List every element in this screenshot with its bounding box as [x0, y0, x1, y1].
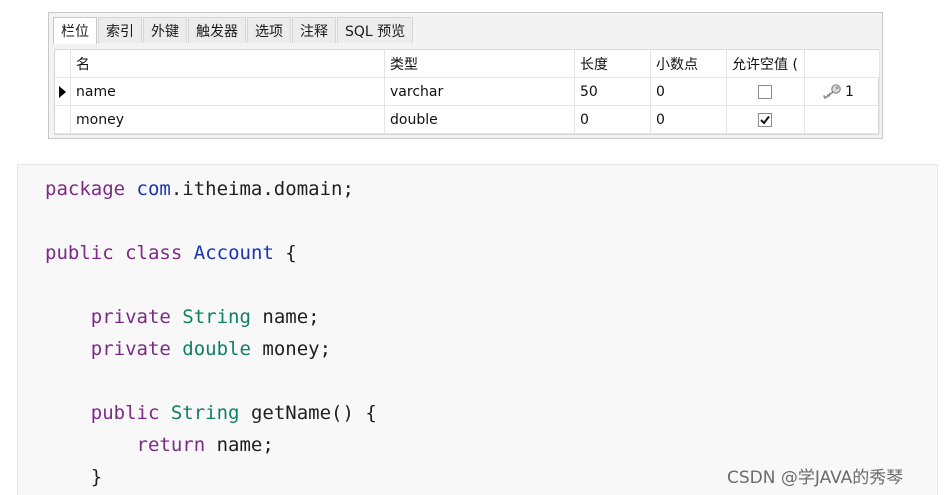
column-header-allow-null[interactable]: 允许空值 (	[727, 50, 805, 78]
tab-sql-preview[interactable]: SQL 预览	[337, 17, 414, 43]
table-row[interactable]: money double 0 0	[55, 106, 880, 134]
code-line-class-decl: public class Account {	[45, 242, 297, 264]
code-line-field-money: private double money;	[90, 338, 332, 360]
primary-key-order: 1	[845, 83, 854, 100]
tab-triggers[interactable]: 触发器	[188, 17, 246, 43]
row-indicator-header	[55, 50, 71, 78]
grid-header: 名 类型 长度 小数点 允许空值 (	[55, 50, 880, 78]
table-designer: 栏位 索引 外键 触发器 选项 注释 SQL 预览 名 类型 长度 小数点 允许…	[48, 12, 883, 139]
field-length-cell[interactable]: 50	[575, 78, 651, 106]
code-line-field-name: private String name;	[90, 306, 320, 328]
column-header-name[interactable]: 名	[71, 50, 385, 78]
field-type-cell[interactable]: varchar	[385, 78, 575, 106]
current-row-arrow-icon	[59, 85, 66, 98]
tab-comments[interactable]: 注释	[292, 17, 336, 43]
fields-grid: 名 类型 长度 小数点 允许空值 ( name varchar 50 0 1 m…	[54, 49, 880, 135]
watermark: CSDN @学JAVA的秀琴	[727, 468, 904, 488]
key-icon	[823, 83, 841, 99]
field-decimals-cell[interactable]: 0	[651, 106, 727, 134]
column-header-length[interactable]: 长度	[575, 50, 651, 78]
column-header-key[interactable]	[805, 50, 880, 78]
field-name-cell[interactable]: money	[71, 106, 385, 134]
table-row[interactable]: name varchar 50 0 1	[55, 78, 880, 106]
column-header-type[interactable]: 类型	[385, 50, 575, 78]
checkmark-icon	[760, 115, 770, 125]
allow-null-cell	[727, 106, 805, 134]
tab-foreign-keys[interactable]: 外键	[143, 17, 187, 43]
field-length-cell[interactable]: 0	[575, 106, 651, 134]
tab-fields[interactable]: 栏位	[53, 17, 97, 44]
code-line-getter-decl: public String getName() {	[90, 402, 377, 424]
designer-tabs: 栏位 索引 外键 触发器 选项 注释 SQL 预览	[53, 17, 414, 44]
tab-indexes[interactable]: 索引	[98, 17, 142, 43]
field-decimals-cell[interactable]: 0	[651, 78, 727, 106]
allow-null-checkbox[interactable]	[758, 84, 772, 99]
code-line-package: package com.itheima.domain;	[45, 178, 354, 200]
code-line-close-brace: }	[90, 466, 103, 488]
primary-key-cell[interactable]: 1	[805, 78, 880, 106]
code-line-return: return name;	[136, 434, 274, 456]
field-type-cell[interactable]: double	[385, 106, 575, 134]
row-indicator	[55, 78, 71, 106]
allow-null-checkbox[interactable]	[758, 112, 772, 127]
allow-null-cell	[727, 78, 805, 106]
field-name-cell[interactable]: name	[71, 78, 385, 106]
code-block: package com.itheima.domain; public class…	[17, 164, 938, 495]
row-indicator	[55, 106, 71, 134]
column-header-decimals[interactable]: 小数点	[651, 50, 727, 78]
primary-key-cell[interactable]	[805, 106, 880, 134]
tab-options[interactable]: 选项	[247, 17, 291, 43]
